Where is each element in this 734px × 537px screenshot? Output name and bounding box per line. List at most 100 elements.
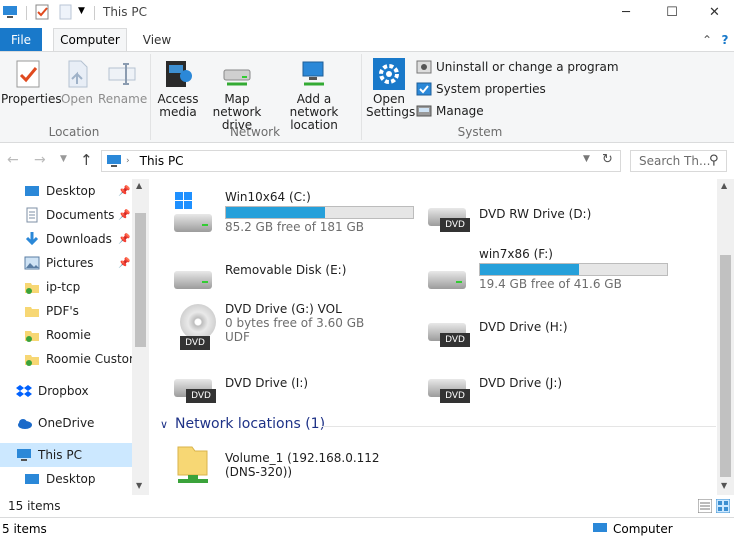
drive-i[interactable]: DVD DVD Drive (I:) bbox=[170, 361, 420, 411]
drive-usage-fill bbox=[480, 264, 580, 275]
breadcrumb-chevron-icon[interactable]: › bbox=[126, 156, 130, 166]
nav-item-this-pc[interactable]: This PC bbox=[0, 443, 132, 467]
tab-computer[interactable]: Computer bbox=[53, 28, 127, 51]
recent-locations-chevron-icon[interactable]: ▼ bbox=[60, 154, 67, 164]
open-label: Open bbox=[60, 92, 94, 106]
drive-usage-bar bbox=[225, 206, 414, 219]
ribbon-tabs: File Computer View ⌃ ? bbox=[0, 28, 734, 51]
folder-sync-icon bbox=[24, 351, 40, 367]
collapse-ribbon-icon[interactable]: ⌃ bbox=[700, 28, 714, 51]
search-placeholder: Search Th... bbox=[639, 154, 711, 168]
scroll-up-icon[interactable]: ▲ bbox=[136, 181, 142, 190]
manage-label: Manage bbox=[436, 104, 484, 118]
search-input[interactable]: Search Th... ⚲ bbox=[630, 150, 727, 172]
network-folder-icon bbox=[170, 443, 218, 487]
network-group-label: Network bbox=[229, 125, 281, 139]
breadcrumb[interactable]: This PC bbox=[140, 154, 184, 168]
system-group-label: System bbox=[457, 125, 503, 139]
nav-item-label: PDF's bbox=[46, 304, 79, 318]
nav-item-dropbox[interactable]: Dropbox bbox=[16, 379, 148, 403]
item-count: 15 items bbox=[8, 499, 61, 513]
network-location-volume-1[interactable]: Volume_1 (192.168.0.112 (DNS-320)) bbox=[170, 441, 420, 491]
navigation-pane: Desktop 📌 Documents 📌 Downloads 📌 Pictur… bbox=[0, 179, 150, 495]
status-location: Computer bbox=[613, 522, 673, 536]
minimize-button[interactable]: ─ bbox=[603, 0, 649, 24]
drive-e[interactable]: Removable Disk (E:) bbox=[170, 253, 420, 303]
new-folder-icon[interactable] bbox=[58, 4, 74, 20]
drive-h[interactable]: DVD DVD Drive (H:) bbox=[424, 305, 674, 355]
pin-icon[interactable]: 📌 bbox=[118, 186, 130, 197]
manage-button[interactable]: Manage bbox=[416, 103, 484, 119]
maximize-button[interactable]: ☐ bbox=[649, 0, 695, 24]
manage-icon bbox=[416, 103, 432, 119]
network-location-line2: (DNS-320)) bbox=[225, 465, 293, 479]
desktop-icon bbox=[24, 183, 40, 199]
drive-g[interactable]: DVD DVD Drive (G:) VOL 0 bytes free of 3… bbox=[170, 302, 420, 352]
map-network-drive-button[interactable]: Map network drive bbox=[201, 58, 273, 132]
window-title: This PC bbox=[103, 5, 147, 19]
drive-d[interactable]: DVD DVD RW Drive (D:) bbox=[424, 190, 674, 240]
pin-icon[interactable]: 📌 bbox=[118, 258, 130, 269]
scroll-thumb[interactable] bbox=[135, 213, 146, 347]
drive-usage-fill bbox=[226, 207, 326, 218]
help-icon[interactable]: ? bbox=[718, 28, 732, 51]
rename-button[interactable]: Rename bbox=[98, 58, 147, 106]
network-location-icon bbox=[298, 58, 330, 90]
network-location-line1: Volume_1 (192.168.0.112 bbox=[225, 451, 380, 465]
search-icon: ⚲ bbox=[709, 153, 719, 168]
windows-drive-icon bbox=[170, 192, 218, 236]
drive-name: DVD RW Drive (D:) bbox=[479, 207, 592, 221]
properties-check-icon[interactable] bbox=[34, 4, 50, 20]
back-arrow-icon[interactable]: ← bbox=[7, 152, 19, 168]
large-icons-view-icon[interactable] bbox=[715, 498, 731, 516]
scroll-thumb[interactable] bbox=[720, 255, 731, 477]
title-bar: ▼ This PC ─ ☐ ✕ bbox=[0, 0, 734, 26]
drive-name: DVD Drive (I:) bbox=[225, 376, 309, 390]
address-dropdown-icon[interactable]: ▼ bbox=[583, 154, 590, 164]
scroll-down-icon[interactable]: ▼ bbox=[721, 481, 727, 490]
close-button[interactable]: ✕ bbox=[695, 0, 734, 24]
media-icon bbox=[162, 58, 194, 90]
dvd-drive-icon: DVD bbox=[424, 363, 472, 407]
nav-item-label: This PC bbox=[38, 448, 82, 462]
drive-c[interactable]: Win10x64 (C:) 85.2 GB free of 181 GB bbox=[170, 190, 420, 240]
forward-arrow-icon[interactable]: → bbox=[34, 152, 46, 168]
uninstall-program-button[interactable]: Uninstall or change a program bbox=[416, 59, 619, 75]
nav-item-label: OneDrive bbox=[38, 416, 95, 430]
content-scrollbar[interactable]: ▲ ▼ bbox=[717, 179, 734, 495]
collapse-chevron-icon[interactable]: ∨ bbox=[160, 418, 168, 431]
open-settings-button[interactable]: Open Settings bbox=[366, 58, 415, 119]
downloads-icon bbox=[24, 231, 40, 247]
group-header[interactable]: Network locations (1) bbox=[175, 416, 325, 432]
customize-quick-access-icon[interactable]: ▼ bbox=[78, 6, 88, 22]
computer-icon bbox=[16, 447, 32, 463]
system-properties-button[interactable]: System properties bbox=[416, 81, 546, 97]
pin-icon[interactable]: 📌 bbox=[118, 210, 130, 221]
pictures-icon bbox=[24, 255, 40, 271]
address-bar[interactable]: › This PC ▼ ↻ bbox=[101, 150, 621, 172]
drive-j[interactable]: DVD DVD Drive (J:) bbox=[424, 361, 674, 411]
nav-item-label: Pictures bbox=[46, 256, 94, 270]
details-view-icon[interactable] bbox=[697, 498, 713, 516]
scroll-down-icon[interactable]: ▼ bbox=[136, 481, 142, 490]
properties-button[interactable]: Properties bbox=[1, 58, 62, 106]
add-network-location-button[interactable]: Add a network location bbox=[275, 58, 353, 132]
nav-scrollbar[interactable]: ▲ ▼ bbox=[132, 179, 149, 495]
nav-item-label: Dropbox bbox=[38, 384, 89, 398]
drive-name: Win10x64 (C:) bbox=[225, 190, 311, 204]
access-media-label: Access media bbox=[157, 92, 199, 119]
open-button[interactable]: Open bbox=[58, 58, 96, 106]
drive-f[interactable]: win7x86 (F:) 19.4 GB free of 41.6 GB bbox=[424, 247, 674, 297]
drive-name: Removable Disk (E:) bbox=[225, 263, 347, 277]
tab-file[interactable]: File bbox=[0, 28, 42, 51]
nav-item-onedrive[interactable]: OneDrive bbox=[16, 411, 148, 435]
drive-name: DVD Drive (G:) VOL bbox=[225, 302, 342, 316]
refresh-icon[interactable]: ↻ bbox=[602, 152, 613, 167]
documents-icon bbox=[24, 207, 40, 223]
drive-name: DVD Drive (H:) bbox=[479, 320, 568, 334]
access-media-button[interactable]: Access media bbox=[156, 58, 200, 119]
scroll-up-icon[interactable]: ▲ bbox=[721, 181, 727, 190]
up-arrow-icon[interactable]: ↑ bbox=[80, 151, 93, 169]
tab-view[interactable]: View bbox=[136, 28, 178, 51]
pin-icon[interactable]: 📌 bbox=[118, 234, 130, 245]
